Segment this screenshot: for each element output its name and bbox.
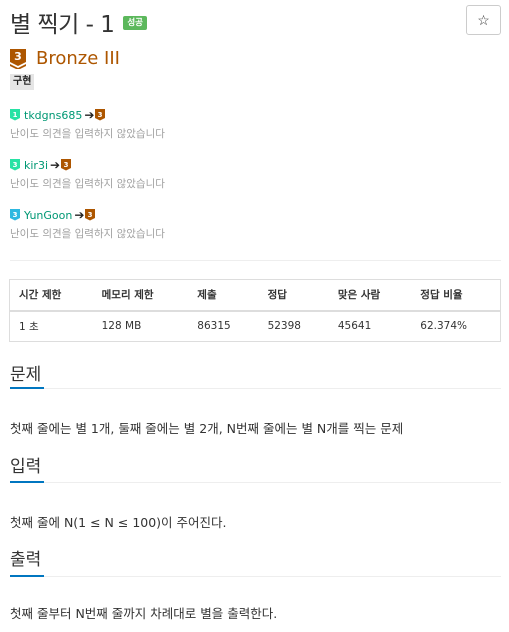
opinion-user[interactable]: YunGoon <box>24 209 72 222</box>
arrow-icon: ➔ <box>74 208 85 222</box>
submissions-cell: 86315 <box>188 310 259 342</box>
section-body-output: 첫째 줄부터 N번째 줄까지 차례대로 별을 출력한다. <box>10 606 278 621</box>
user-tier-icon: 3 <box>10 208 20 220</box>
bronze-tier-icon: 3 <box>61 158 72 170</box>
table-row: 1 초 128 MB 86315 52398 45641 62.374% <box>9 310 501 342</box>
memory-limit-cell: 128 MB <box>92 310 189 342</box>
section-accent <box>10 481 44 483</box>
result-badge: 성공 <box>123 15 147 31</box>
opinion-note: 난이도 의견을 입력하지 않았습니다 <box>10 178 165 190</box>
algorithm-tag[interactable]: 구현 <box>10 74 35 90</box>
svg-text:3: 3 <box>64 161 69 169</box>
page-title: 별 찍기 - 1 <box>10 12 115 38</box>
accept-ratio-cell: 62.374% <box>411 310 501 342</box>
table-header: 메모리 제한 <box>92 279 189 312</box>
section-body-input: 첫째 줄에 N(1 ≤ N ≤ 100)이 주어진다. <box>10 515 227 530</box>
user-tier-icon: 3 <box>10 158 20 170</box>
star-icon: ☆ <box>477 11 490 28</box>
svg-text:3: 3 <box>13 211 18 219</box>
opinion-note: 난이도 의견을 입력하지 않았습니다 <box>10 228 165 240</box>
title-row: 별 찍기 - 1 성공 <box>10 6 147 38</box>
table-header: 정답 <box>258 279 329 312</box>
section-body-problem: 첫째 줄에는 별 1개, 둘째 줄에는 별 2개, N번째 줄에는 별 N개를 … <box>10 421 404 436</box>
section-title-input: 입력 <box>10 457 42 477</box>
svg-text:3: 3 <box>13 161 18 169</box>
time-limit-cell: 1 초 <box>9 310 93 342</box>
section-divider <box>10 482 501 483</box>
section-title-problem: 문제 <box>10 365 42 385</box>
section-accent <box>10 387 44 389</box>
bronze-tier-icon: 3 <box>95 108 106 120</box>
opinion-item: 3 kir3i ➔ 3 난이도 의견을 입력하지 않았습니다 <box>10 158 165 191</box>
opinion-note: 난이도 의견을 입력하지 않았습니다 <box>10 128 165 140</box>
opinion-item: 3 YunGoon ➔ 3 난이도 의견을 입력하지 않았습니다 <box>10 208 165 241</box>
table-header-row: 시간 제한 메모리 제한 제출 정답 맞은 사람 정답 비율 <box>9 279 501 312</box>
arrow-icon: ➔ <box>84 108 95 122</box>
table-header: 맞은 사람 <box>328 279 412 312</box>
opinion-user[interactable]: kir3i <box>24 159 48 172</box>
problem-info-table: 시간 제한 메모리 제한 제출 정답 맞은 사람 정답 비율 1 초 128 M… <box>9 279 501 342</box>
accepted-cell: 52398 <box>258 310 329 342</box>
section-divider <box>10 388 501 389</box>
opinion-item: 1 tkdgns685 ➔ 3 난이도 의견을 입력하지 않았습니다 <box>10 108 165 141</box>
arrow-icon: ➔ <box>50 158 61 172</box>
table-header: 시간 제한 <box>9 279 93 312</box>
section-divider <box>10 576 501 577</box>
svg-text:1: 1 <box>13 111 18 119</box>
tier-number: 3 <box>14 50 22 63</box>
section-accent <box>10 575 44 577</box>
tier-label[interactable]: Bronze III <box>36 48 120 69</box>
section-title-output: 출력 <box>10 550 42 570</box>
table-header: 제출 <box>188 279 259 312</box>
svg-text:3: 3 <box>88 211 93 219</box>
bronze-tier-icon: 3 <box>85 208 96 220</box>
opinion-user[interactable]: tkdgns685 <box>24 109 82 122</box>
user-tier-icon: 1 <box>10 108 20 120</box>
bronze-tier-icon: 3 <box>10 48 26 69</box>
table-header: 정답 비율 <box>411 279 501 312</box>
tier-row: 3 Bronze III <box>10 48 120 69</box>
solvers-cell: 45641 <box>328 310 412 342</box>
svg-text:3: 3 <box>98 111 103 119</box>
divider <box>10 260 501 261</box>
star-button[interactable]: ☆ <box>466 5 501 35</box>
